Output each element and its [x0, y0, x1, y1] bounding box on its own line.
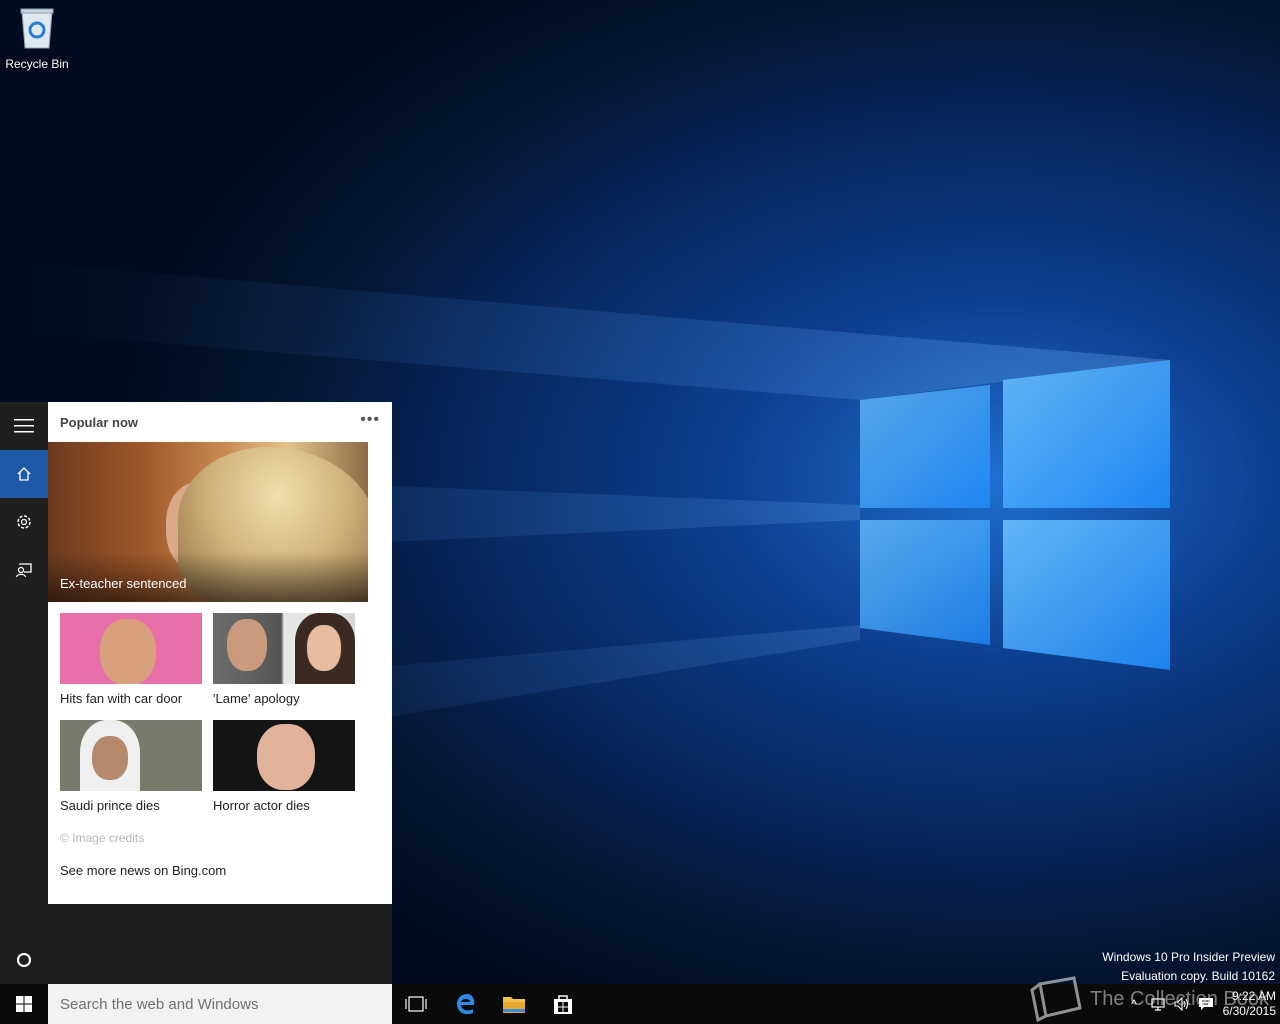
card-title: Popular now	[60, 415, 138, 430]
recycle-bin-icon	[20, 8, 54, 49]
home-button[interactable]	[0, 450, 48, 498]
cortana-circle-icon	[17, 953, 31, 967]
settings-button[interactable]	[0, 498, 48, 546]
cortana-rail	[0, 402, 48, 984]
news-thumbnail	[213, 613, 355, 684]
start-button[interactable]	[0, 984, 48, 1024]
windows-logo-icon	[16, 996, 32, 1012]
menu-button[interactable]	[0, 402, 48, 450]
desktop-icon-label: Recycle Bin	[5, 57, 69, 71]
hero-story[interactable]: Ex-teacher sentenced	[48, 442, 368, 602]
more-dots-icon[interactable]: •••	[360, 411, 380, 429]
see-more-link[interactable]: See more news on Bing.com	[60, 863, 226, 878]
search-box[interactable]	[48, 984, 392, 1024]
search-input[interactable]	[60, 995, 380, 1013]
edge-icon	[457, 994, 475, 1015]
news-thumbnail	[213, 720, 355, 791]
file-explorer-button[interactable]	[490, 984, 538, 1024]
store-button[interactable]	[539, 984, 587, 1024]
book-icon	[1030, 976, 1082, 1022]
news-thumbnail	[60, 613, 202, 684]
news-item[interactable]: Hits fan with car door	[60, 613, 202, 706]
gear-icon	[17, 515, 31, 529]
image-credits-link[interactable]: © Image credits	[60, 831, 144, 845]
hamburger-icon	[14, 419, 34, 433]
news-caption: Saudi prince dies	[60, 798, 160, 813]
cortana-button[interactable]	[0, 936, 48, 984]
hero-caption: Ex-teacher sentenced	[60, 576, 187, 591]
store-icon	[554, 995, 572, 1014]
site-watermark-logo: The Collection Book	[1030, 974, 1280, 1024]
task-view-button[interactable]	[392, 984, 440, 1024]
feedback-button[interactable]	[0, 546, 48, 594]
desktop-icon-recycle-bin[interactable]: Recycle Bin	[4, 6, 70, 71]
news-item[interactable]: 'Lame' apology	[213, 613, 355, 706]
news-item[interactable]: Saudi prince dies	[60, 720, 202, 813]
news-card: Popular now ••• Ex-teacher sentenced Hit…	[48, 402, 392, 904]
edge-button[interactable]	[442, 984, 490, 1024]
news-caption: Horror actor dies	[213, 798, 310, 813]
folder-icon	[503, 997, 525, 1013]
watermark-line-1: Windows 10 Pro Insider Preview	[1102, 950, 1275, 964]
news-caption: Hits fan with car door	[60, 691, 183, 706]
watermark-text: The Collection Book	[1090, 987, 1269, 1010]
home-icon	[17, 467, 31, 481]
cortana-panel: Popular now ••• Ex-teacher sentenced Hit…	[48, 402, 392, 984]
news-item[interactable]: Horror actor dies	[213, 720, 355, 813]
news-caption: 'Lame' apology	[213, 691, 300, 706]
task-view-icon	[405, 996, 427, 1012]
news-thumbnail	[60, 720, 202, 791]
feedback-icon	[15, 563, 32, 578]
